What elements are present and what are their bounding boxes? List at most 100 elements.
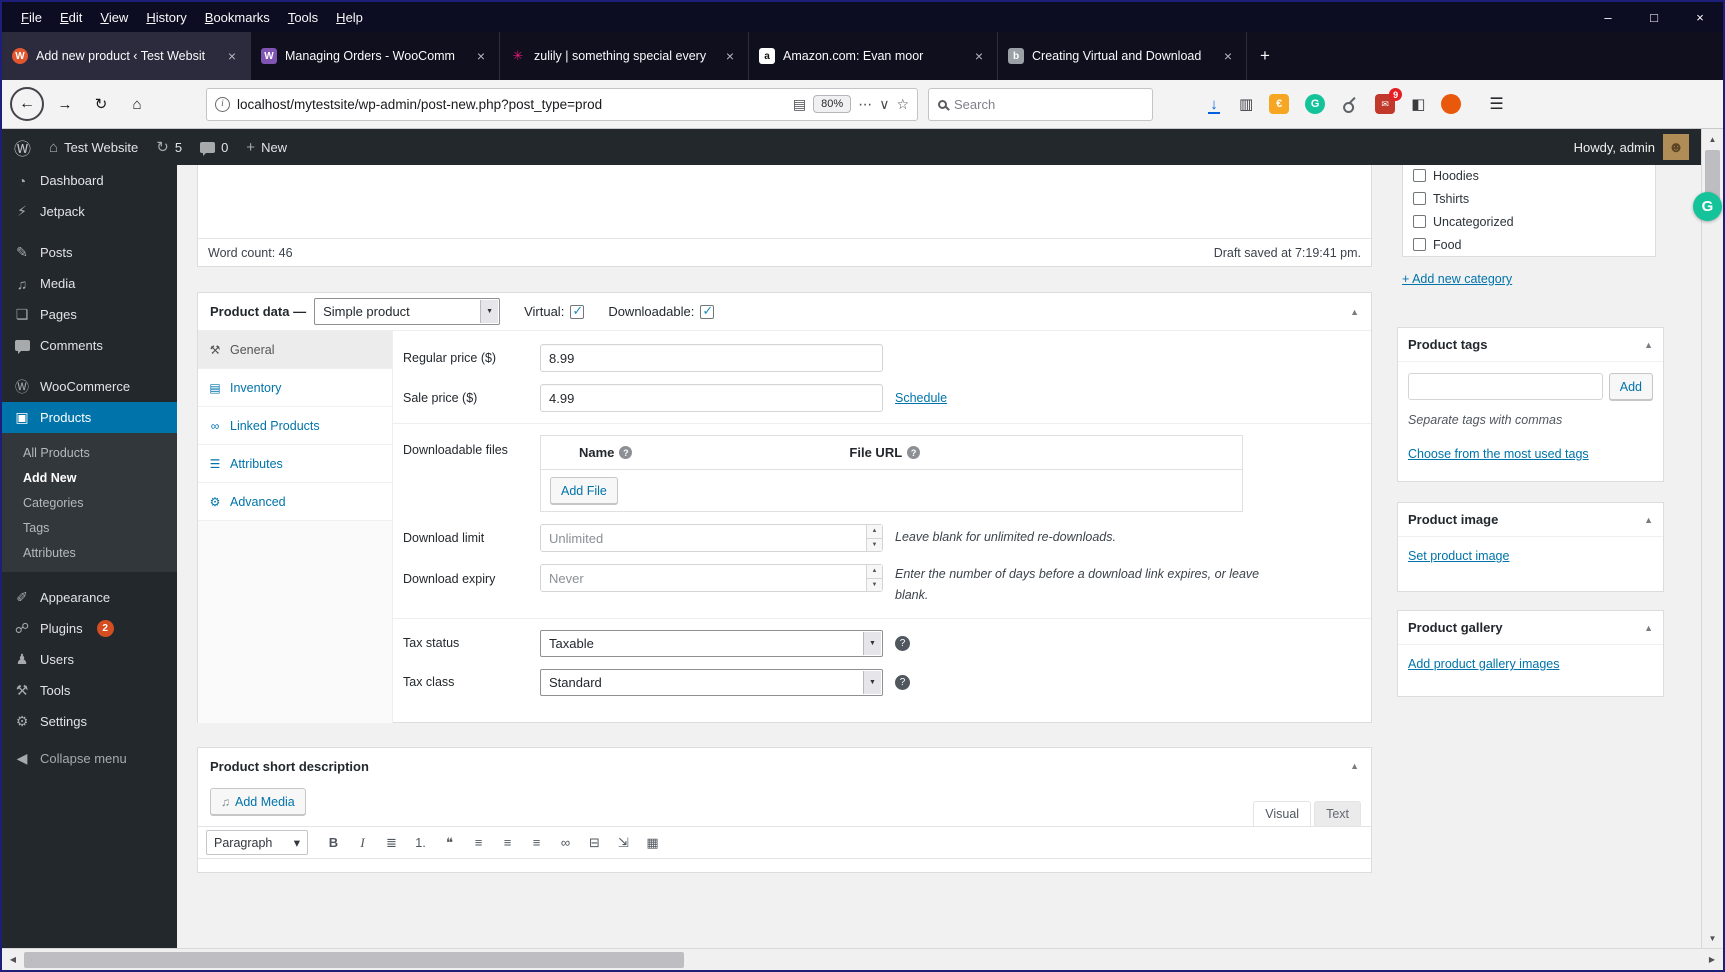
scroll-down-button[interactable]: ▼ [1702,928,1723,948]
virtual-checkbox[interactable] [570,303,585,319]
submenu-categories[interactable]: Categories [2,490,177,515]
tab-linked-products[interactable]: ∞ Linked Products [198,407,392,445]
close-button[interactable]: × [1677,2,1723,32]
reader-mode-icon[interactable]: ▤ [793,96,806,113]
help-icon[interactable]: ? [895,674,910,690]
close-tab-icon[interactable]: × [971,48,987,64]
category-checkbox[interactable] [1413,169,1426,182]
tab-add-new-product[interactable]: W Add new product ‹ Test Websit × [2,32,251,80]
set-product-image-link[interactable]: Set product image [1408,549,1509,563]
tax-class-select[interactable]: Standard ▼ [540,668,883,696]
pocket-icon[interactable]: ∨ [879,96,889,113]
minimize-button[interactable]: – [1585,2,1631,32]
category-item-tshirts[interactable]: Tshirts [1413,187,1655,210]
sale-price-field[interactable] [540,384,883,412]
horizontal-scrollbar[interactable]: ◀ ▶ [2,948,1723,970]
panel-toggle-icon[interactable]: ▲ [1350,761,1359,771]
page-actions-icon[interactable]: ⋯ [858,96,872,113]
search-input[interactable] [954,96,1143,112]
comments-indicator[interactable]: 0 [200,140,228,156]
sidebar-item-jetpack[interactable]: ⚡ Jetpack [2,196,177,227]
tab-creating-virtual[interactable]: b Creating Virtual and Download × [998,32,1247,80]
toolbar-toggle-button[interactable]: ▦ [639,830,666,855]
password-manager-extension-icon[interactable] [1337,91,1362,116]
category-item-hoodies[interactable]: Hoodies [1413,165,1655,187]
forward-button[interactable]: → [50,89,80,119]
tab-attributes[interactable]: ☰ Attributes [198,445,392,483]
scroll-up-button[interactable]: ▲ [1702,129,1723,149]
menu-edit[interactable]: Edit [51,6,91,29]
text-tab[interactable]: Text [1314,801,1361,826]
menu-history[interactable]: History [137,6,195,29]
site-info-icon[interactable]: i [215,96,230,112]
maximize-button[interactable]: □ [1631,2,1677,32]
sidebar-item-users[interactable]: ♟ Users [2,644,177,675]
align-left-button[interactable]: ≡ [465,830,492,855]
scroll-right-button[interactable]: ▶ [1701,949,1723,971]
sidebar-item-comments[interactable]: Comments [2,330,177,361]
grammarly-widget[interactable]: G [1693,192,1722,221]
wordpress-logo-icon[interactable]: Ⓦ [14,135,31,160]
fullscreen-button[interactable]: ⇲ [610,830,637,855]
tab-managing-orders[interactable]: W Managing Orders - WooComm × [251,32,500,80]
menu-tools[interactable]: Tools [279,6,327,29]
add-new-category-link[interactable]: + Add new category [1402,272,1512,286]
help-icon[interactable]: ? [619,446,633,459]
mail-extension-icon[interactable]: ✉ 9 [1375,88,1403,114]
category-item-food[interactable]: Food [1413,233,1655,256]
sidebar-item-appearance[interactable]: ✐ Appearance [2,582,177,613]
tab-zulily[interactable]: ✳ zulily | something special every × [500,32,749,80]
stepper-down-icon[interactable]: ▼ [867,538,882,551]
blockquote-button[interactable]: ❝ [436,830,463,855]
sidebar-item-dashboard[interactable]: ◔ Dashboard [2,165,177,196]
menu-view[interactable]: View [91,6,137,29]
most-used-tags-link[interactable]: Choose from the most used tags [1408,447,1589,461]
number-stepper[interactable]: ▲ ▼ [866,565,882,591]
category-checkbox[interactable] [1413,215,1426,228]
paragraph-select[interactable]: Paragraph ▾ [206,830,308,855]
add-gallery-images-link[interactable]: Add product gallery images [1408,657,1559,671]
close-tab-icon[interactable]: × [1220,48,1236,64]
schedule-link[interactable]: Schedule [895,391,947,405]
sidebar-item-settings[interactable]: ⚙ Settings [2,706,177,737]
tab-advanced[interactable]: ⚙ Advanced [198,483,392,521]
panel-toggle-icon[interactable]: ▲ [1644,623,1653,633]
submenu-all-products[interactable]: All Products [2,440,177,465]
menu-bookmarks[interactable]: Bookmarks [196,6,279,29]
vertical-scrollbar[interactable]: ▲ ▼ [1701,129,1723,948]
url-text[interactable]: localhost/mytestsite/wp-admin/post-new.p… [237,97,786,112]
more-tag-button[interactable]: ⊟ [581,830,608,855]
new-tab-button[interactable]: + [1247,32,1283,80]
add-file-button[interactable]: Add File [550,477,618,504]
tab-inventory[interactable]: ▤ Inventory [198,369,392,407]
tag-input[interactable] [1408,373,1603,400]
help-icon[interactable]: ? [895,635,910,651]
extension-icon[interactable] [1441,94,1462,114]
category-checkbox[interactable] [1413,238,1426,251]
visual-tab[interactable]: Visual [1253,801,1312,826]
short-description-editor-area[interactable] [198,859,1371,872]
sidebar-item-woocommerce[interactable]: Ⓦ WooCommerce [2,371,177,402]
horizontal-scroll-thumb[interactable] [24,952,684,968]
sidebar-item-media[interactable]: ♫ Media [2,268,177,299]
bookmark-star-icon[interactable]: ☆ [896,96,909,113]
home-button[interactable]: ⌂ [122,89,152,119]
sidebar-item-pages[interactable]: ❏ Pages [2,299,177,330]
reload-button[interactable]: ↻ [86,89,116,119]
zoom-level-badge[interactable]: 80% [813,95,852,113]
submenu-add-new[interactable]: Add New [2,465,177,490]
app-menu-icon[interactable]: ☰ [1489,94,1503,114]
align-center-button[interactable]: ≡ [494,830,521,855]
downloadable-checkbox[interactable] [700,303,715,319]
stepper-up-icon[interactable]: ▲ [867,525,882,539]
category-item-uncategorized[interactable]: Uncategorized [1413,210,1655,233]
category-checkbox[interactable] [1413,192,1426,205]
currency-extension-icon[interactable]: € [1269,94,1290,114]
stepper-down-icon[interactable]: ▼ [867,578,882,591]
close-tab-icon[interactable]: × [473,48,489,64]
link-button[interactable]: ∞ [552,830,579,855]
download-expiry-field[interactable] [540,564,883,592]
admin-bar-account[interactable]: Howdy, admin ☻ [1574,134,1689,160]
scroll-left-button[interactable]: ◀ [2,949,24,971]
collapse-menu-button[interactable]: ◀ Collapse menu [2,743,177,774]
